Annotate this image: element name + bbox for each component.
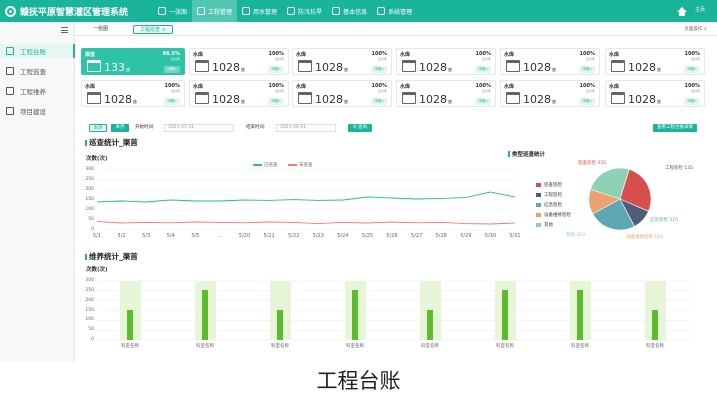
pie-legend-item: 设备维修巡检	[536, 212, 571, 218]
pie-slice-label: 巡查巡检 335	[578, 161, 607, 166]
bar	[577, 289, 583, 340]
pie-legend-label: 巡查巡检	[544, 183, 562, 188]
x-tick-label: 科室名称	[196, 344, 214, 349]
maintenance-unit: 次数(次)	[86, 267, 108, 273]
y-tick-label: 100	[85, 317, 94, 323]
maintenance-title: 维养统计_渠首	[85, 251, 138, 262]
pie-legend-label: 应急巡检	[544, 203, 562, 208]
pie-slice-label: 其他 310	[566, 233, 586, 238]
y-tick-label: 300	[85, 278, 94, 283]
x-tick-label: 科室名称	[646, 344, 664, 349]
series-line-uninspected	[96, 221, 516, 225]
pie-slice-label: 设备维修巡检 163	[626, 235, 664, 240]
x-tick-label: 科室名称	[421, 344, 439, 349]
pie-legend-item: 应急巡检	[536, 202, 562, 208]
pie-legend-swatch	[536, 193, 541, 197]
bar	[352, 289, 358, 340]
bar	[202, 289, 208, 340]
page-caption: 工程台账	[316, 369, 401, 393]
x-tick-label: 科室名称	[496, 344, 514, 349]
pie-legend-label: 其他	[544, 223, 553, 228]
y-tick-label: 250	[85, 287, 94, 293]
y-tick-label: 150	[85, 307, 94, 313]
pie-legend-swatch	[536, 183, 541, 187]
pie-legend-swatch	[536, 213, 541, 217]
pie-legend-label: 设备维修巡检	[544, 213, 571, 218]
bar	[127, 309, 133, 340]
y-tick-label: 200	[85, 297, 94, 303]
bar	[502, 289, 508, 340]
pie-slice-label: 应急巡检 310	[650, 218, 679, 223]
y-tick-label: 0	[91, 337, 94, 342]
x-tick-label: 科室名称	[346, 344, 364, 349]
pie-legend-item: 巡查巡检	[536, 182, 562, 188]
y-tick-label: 50	[88, 327, 94, 333]
bar	[277, 309, 283, 340]
pie-legend-item: 工程巡检	[536, 192, 562, 198]
pie-title: 类型巡查统计	[508, 150, 545, 158]
pie-legend-swatch	[536, 223, 541, 227]
pie-legend-item: 其他	[536, 222, 553, 228]
x-tick-label: 科室名称	[271, 344, 289, 349]
x-tick-label: 科室名称	[571, 344, 589, 349]
pie-slice-label: 工程巡检 135	[665, 166, 694, 171]
bar	[427, 309, 433, 340]
pie-legend-swatch	[536, 203, 541, 207]
pie-legend-label: 工程巡检	[544, 193, 562, 198]
x-tick-label: 科室名称	[121, 344, 139, 349]
series-line-inspected	[96, 191, 516, 203]
bar	[652, 309, 658, 340]
